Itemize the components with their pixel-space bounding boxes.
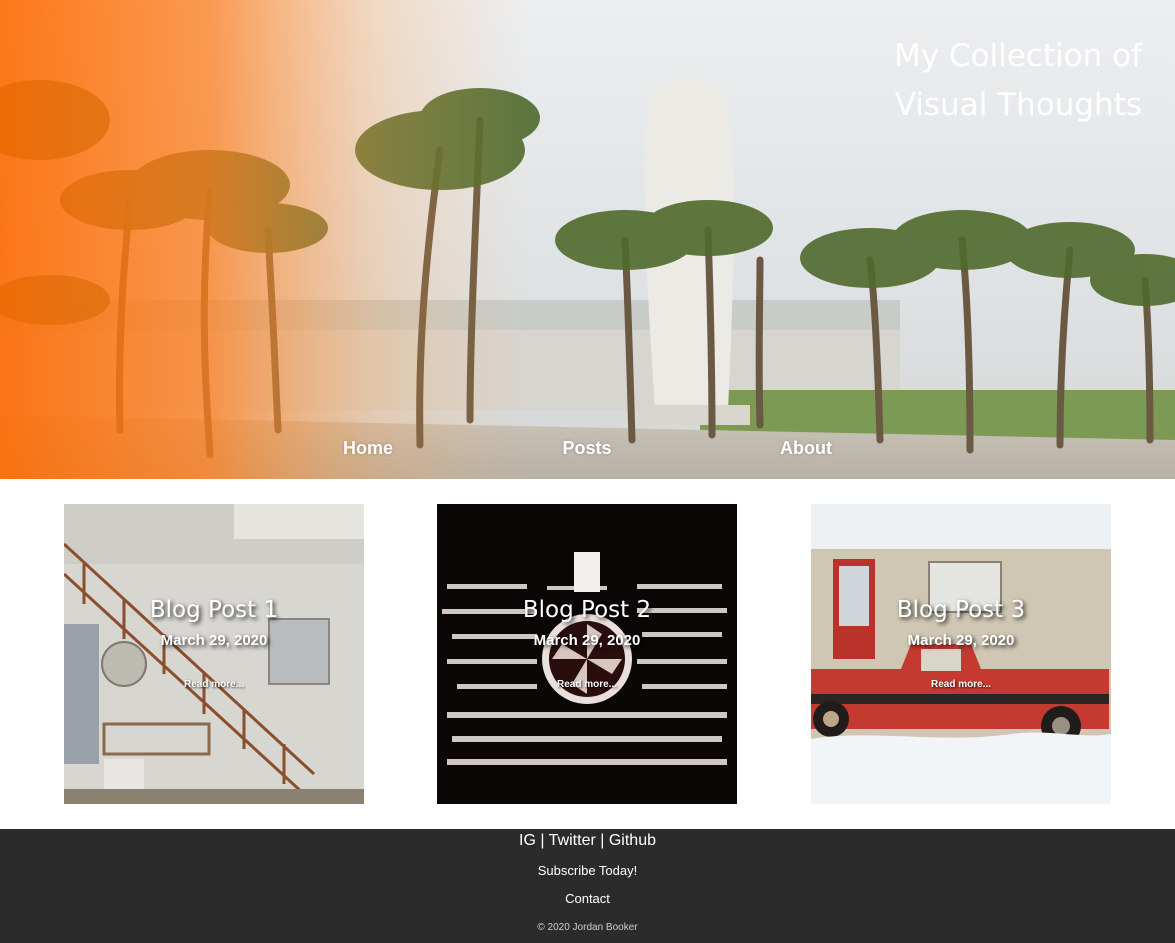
subscribe-link[interactable]: Subscribe Today! — [538, 863, 638, 878]
contact-row: Contact — [0, 891, 1175, 906]
hero-banner: My Collection of Visual Thoughts Home Po… — [0, 0, 1175, 479]
separator: | — [595, 832, 609, 849]
github-link[interactable]: Github — [609, 832, 656, 849]
read-more-link[interactable]: Read more... — [437, 679, 737, 690]
post-overlay: Blog Post 2 March 29, 2020 Read more... — [437, 504, 737, 804]
posts-grid: Blog Post 1 March 29, 2020 Read more... — [0, 479, 1175, 829]
nav-home[interactable]: Home — [343, 438, 393, 459]
read-more-link[interactable]: Read more... — [64, 679, 364, 690]
post-date: March 29, 2020 — [907, 632, 1015, 649]
post-date: March 29, 2020 — [160, 632, 268, 649]
read-more-link[interactable]: Read more... — [811, 679, 1111, 690]
contact-link[interactable]: Contact — [565, 891, 610, 906]
ig-link[interactable]: IG — [519, 832, 536, 849]
social-links: IG | Twitter | Github — [0, 832, 1175, 850]
post-card-2[interactable]: Blog Post 2 March 29, 2020 Read more... — [437, 504, 737, 804]
twitter-link[interactable]: Twitter — [549, 832, 596, 849]
post-card-1[interactable]: Blog Post 1 March 29, 2020 Read more... — [64, 504, 364, 804]
site-title: My Collection of Visual Thoughts — [893, 38, 1142, 123]
post-title: Blog Post 1 — [149, 597, 279, 623]
nav-about[interactable]: About — [780, 438, 832, 459]
post-title: Blog Post 2 — [522, 597, 652, 623]
post-title: Blog Post 3 — [896, 597, 1026, 623]
post-date: March 29, 2020 — [533, 632, 641, 649]
copyright-text: © 2020 Jordan Booker — [537, 922, 638, 933]
main-nav: Home Posts About — [0, 438, 1175, 466]
subscribe-row: Subscribe Today! — [0, 863, 1175, 878]
separator: | — [535, 832, 549, 849]
post-overlay: Blog Post 3 March 29, 2020 Read more... — [811, 504, 1111, 804]
nav-posts[interactable]: Posts — [562, 438, 611, 459]
site-footer: IG | Twitter | Github Subscribe Today! C… — [0, 829, 1175, 943]
post-card-3[interactable]: Blog Post 3 March 29, 2020 Read more... — [811, 504, 1111, 804]
post-overlay: Blog Post 1 March 29, 2020 Read more... — [64, 504, 364, 804]
